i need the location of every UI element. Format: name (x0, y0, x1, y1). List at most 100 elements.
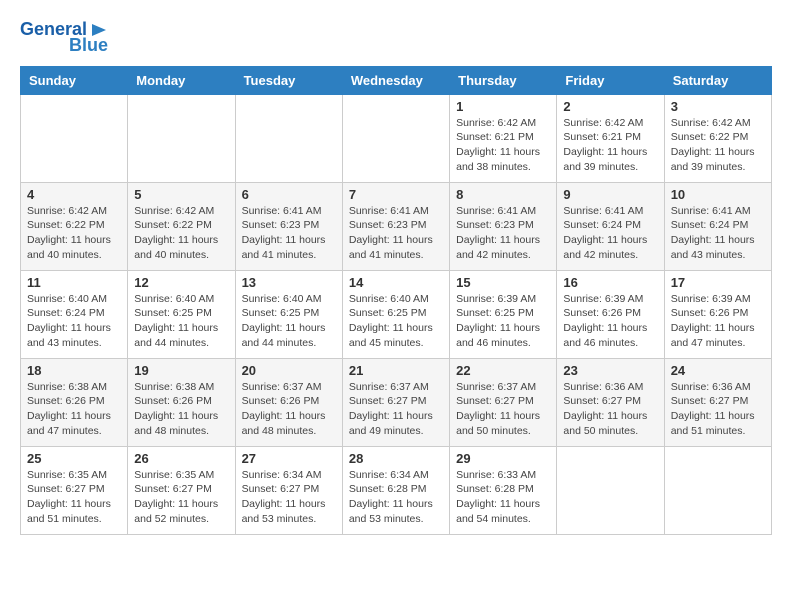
calendar-cell (664, 446, 771, 534)
day-number: 29 (456, 451, 550, 466)
day-number: 10 (671, 187, 765, 202)
day-number: 13 (242, 275, 336, 290)
calendar-cell: 22 Sunrise: 6:37 AM Sunset: 6:27 PM Dayli… (450, 358, 557, 446)
calendar-week-row: 4 Sunrise: 6:42 AM Sunset: 6:22 PM Daylig… (21, 182, 772, 270)
day-info: Sunrise: 6:37 AM Sunset: 6:27 PM Dayligh… (349, 380, 443, 439)
calendar-week-row: 25 Sunrise: 6:35 AM Sunset: 6:27 PM Dayli… (21, 446, 772, 534)
weekday-header: Saturday (664, 66, 771, 94)
calendar-cell (235, 94, 342, 182)
calendar-cell: 27 Sunrise: 6:34 AM Sunset: 6:27 PM Dayli… (235, 446, 342, 534)
day-number: 14 (349, 275, 443, 290)
calendar-cell: 29 Sunrise: 6:33 AM Sunset: 6:28 PM Dayli… (450, 446, 557, 534)
day-info: Sunrise: 6:41 AM Sunset: 6:24 PM Dayligh… (563, 204, 657, 263)
day-info: Sunrise: 6:41 AM Sunset: 6:23 PM Dayligh… (349, 204, 443, 263)
calendar-cell: 4 Sunrise: 6:42 AM Sunset: 6:22 PM Daylig… (21, 182, 128, 270)
day-number: 18 (27, 363, 121, 378)
day-number: 20 (242, 363, 336, 378)
day-info: Sunrise: 6:39 AM Sunset: 6:26 PM Dayligh… (671, 292, 765, 351)
day-info: Sunrise: 6:37 AM Sunset: 6:26 PM Dayligh… (242, 380, 336, 439)
calendar-cell: 5 Sunrise: 6:42 AM Sunset: 6:22 PM Daylig… (128, 182, 235, 270)
day-info: Sunrise: 6:40 AM Sunset: 6:25 PM Dayligh… (134, 292, 228, 351)
calendar-cell: 18 Sunrise: 6:38 AM Sunset: 6:26 PM Dayli… (21, 358, 128, 446)
day-info: Sunrise: 6:42 AM Sunset: 6:21 PM Dayligh… (563, 116, 657, 175)
day-info: Sunrise: 6:40 AM Sunset: 6:25 PM Dayligh… (349, 292, 443, 351)
day-info: Sunrise: 6:38 AM Sunset: 6:26 PM Dayligh… (27, 380, 121, 439)
day-number: 28 (349, 451, 443, 466)
day-info: Sunrise: 6:39 AM Sunset: 6:26 PM Dayligh… (563, 292, 657, 351)
day-number: 24 (671, 363, 765, 378)
day-number: 7 (349, 187, 443, 202)
day-info: Sunrise: 6:42 AM Sunset: 6:21 PM Dayligh… (456, 116, 550, 175)
day-number: 25 (27, 451, 121, 466)
day-info: Sunrise: 6:40 AM Sunset: 6:25 PM Dayligh… (242, 292, 336, 351)
day-info: Sunrise: 6:38 AM Sunset: 6:26 PM Dayligh… (134, 380, 228, 439)
calendar-cell: 1Sunrise: 6:42 AM Sunset: 6:21 PM Daylig… (450, 94, 557, 182)
calendar-cell: 26 Sunrise: 6:35 AM Sunset: 6:27 PM Dayli… (128, 446, 235, 534)
calendar-cell: 10 Sunrise: 6:41 AM Sunset: 6:24 PM Dayli… (664, 182, 771, 270)
weekday-header: Friday (557, 66, 664, 94)
calendar-cell: 23 Sunrise: 6:36 AM Sunset: 6:27 PM Dayli… (557, 358, 664, 446)
day-number: 6 (242, 187, 336, 202)
weekday-header-row: SundayMondayTuesdayWednesdayThursdayFrid… (21, 66, 772, 94)
page-header: General Blue (20, 20, 772, 56)
day-number: 16 (563, 275, 657, 290)
day-number: 9 (563, 187, 657, 202)
day-info: Sunrise: 6:42 AM Sunset: 6:22 PM Dayligh… (134, 204, 228, 263)
calendar-cell: 19 Sunrise: 6:38 AM Sunset: 6:26 PM Dayli… (128, 358, 235, 446)
day-number: 26 (134, 451, 228, 466)
logo-blue-text: Blue (69, 36, 108, 56)
day-number: 2 (563, 99, 657, 114)
calendar-week-row: 1Sunrise: 6:42 AM Sunset: 6:21 PM Daylig… (21, 94, 772, 182)
calendar-cell (21, 94, 128, 182)
day-info: Sunrise: 6:35 AM Sunset: 6:27 PM Dayligh… (27, 468, 121, 527)
day-info: Sunrise: 6:41 AM Sunset: 6:23 PM Dayligh… (456, 204, 550, 263)
day-info: Sunrise: 6:36 AM Sunset: 6:27 PM Dayligh… (563, 380, 657, 439)
calendar-cell (128, 94, 235, 182)
day-number: 17 (671, 275, 765, 290)
calendar-cell: 21 Sunrise: 6:37 AM Sunset: 6:27 PM Dayli… (342, 358, 449, 446)
calendar-cell: 2 Sunrise: 6:42 AM Sunset: 6:21 PM Daylig… (557, 94, 664, 182)
day-number: 11 (27, 275, 121, 290)
day-number: 27 (242, 451, 336, 466)
calendar-cell (342, 94, 449, 182)
calendar-cell: 15 Sunrise: 6:39 AM Sunset: 6:25 PM Dayli… (450, 270, 557, 358)
day-info: Sunrise: 6:33 AM Sunset: 6:28 PM Dayligh… (456, 468, 550, 527)
calendar-table: SundayMondayTuesdayWednesdayThursdayFrid… (20, 66, 772, 535)
day-number: 19 (134, 363, 228, 378)
day-number: 15 (456, 275, 550, 290)
day-number: 22 (456, 363, 550, 378)
day-number: 8 (456, 187, 550, 202)
day-info: Sunrise: 6:39 AM Sunset: 6:25 PM Dayligh… (456, 292, 550, 351)
weekday-header: Sunday (21, 66, 128, 94)
calendar-cell: 13 Sunrise: 6:40 AM Sunset: 6:25 PM Dayli… (235, 270, 342, 358)
calendar-cell: 9 Sunrise: 6:41 AM Sunset: 6:24 PM Daylig… (557, 182, 664, 270)
day-info: Sunrise: 6:34 AM Sunset: 6:28 PM Dayligh… (349, 468, 443, 527)
day-info: Sunrise: 6:41 AM Sunset: 6:24 PM Dayligh… (671, 204, 765, 263)
calendar-cell: 7 Sunrise: 6:41 AM Sunset: 6:23 PM Daylig… (342, 182, 449, 270)
day-info: Sunrise: 6:36 AM Sunset: 6:27 PM Dayligh… (671, 380, 765, 439)
calendar-cell: 17 Sunrise: 6:39 AM Sunset: 6:26 PM Dayli… (664, 270, 771, 358)
weekday-header: Thursday (450, 66, 557, 94)
calendar-cell: 8 Sunrise: 6:41 AM Sunset: 6:23 PM Daylig… (450, 182, 557, 270)
calendar-cell: 14 Sunrise: 6:40 AM Sunset: 6:25 PM Dayli… (342, 270, 449, 358)
day-info: Sunrise: 6:37 AM Sunset: 6:27 PM Dayligh… (456, 380, 550, 439)
day-number: 21 (349, 363, 443, 378)
day-number: 23 (563, 363, 657, 378)
calendar-cell: 6Sunrise: 6:41 AM Sunset: 6:23 PM Daylig… (235, 182, 342, 270)
calendar-cell: 24 Sunrise: 6:36 AM Sunset: 6:27 PM Dayli… (664, 358, 771, 446)
day-info: Sunrise: 6:35 AM Sunset: 6:27 PM Dayligh… (134, 468, 228, 527)
calendar-week-row: 18 Sunrise: 6:38 AM Sunset: 6:26 PM Dayli… (21, 358, 772, 446)
day-info: Sunrise: 6:42 AM Sunset: 6:22 PM Dayligh… (27, 204, 121, 263)
day-number: 4 (27, 187, 121, 202)
calendar-cell: 3 Sunrise: 6:42 AM Sunset: 6:22 PM Daylig… (664, 94, 771, 182)
day-info: Sunrise: 6:42 AM Sunset: 6:22 PM Dayligh… (671, 116, 765, 175)
day-number: 5 (134, 187, 228, 202)
calendar-cell: 20 Sunrise: 6:37 AM Sunset: 6:26 PM Dayli… (235, 358, 342, 446)
calendar-cell (557, 446, 664, 534)
weekday-header: Tuesday (235, 66, 342, 94)
calendar-cell: 28 Sunrise: 6:34 AM Sunset: 6:28 PM Dayli… (342, 446, 449, 534)
day-info: Sunrise: 6:34 AM Sunset: 6:27 PM Dayligh… (242, 468, 336, 527)
calendar-cell: 12 Sunrise: 6:40 AM Sunset: 6:25 PM Dayli… (128, 270, 235, 358)
day-number: 3 (671, 99, 765, 114)
day-number: 12 (134, 275, 228, 290)
